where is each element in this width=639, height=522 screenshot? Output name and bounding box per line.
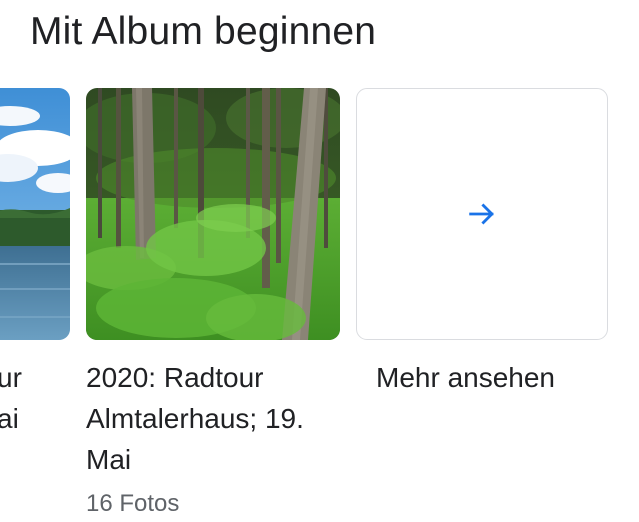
album-title-line: ur [0, 362, 22, 393]
album-title[interactable]: ur ai [0, 357, 22, 439]
album-thumbnail-lake[interactable] [0, 88, 70, 340]
album-title-line: Mai [86, 444, 132, 475]
arrow-right-icon [465, 197, 499, 231]
section-title: Mit Album beginnen [30, 10, 377, 53]
album-title-line: ai [0, 403, 19, 434]
album-title[interactable]: 2020: Radtour Almtalerhaus; 19. Mai [86, 357, 304, 480]
see-more-card[interactable] [356, 88, 608, 340]
album-photo-count: 16 Fotos [86, 490, 180, 517]
see-more-label[interactable]: Mehr ansehen [376, 357, 555, 398]
album-title-line: 2020: Radtour [86, 362, 264, 393]
album-title-line: Almtalerhaus; 19. [86, 403, 304, 434]
album-thumbnail-forest[interactable] [86, 88, 340, 340]
